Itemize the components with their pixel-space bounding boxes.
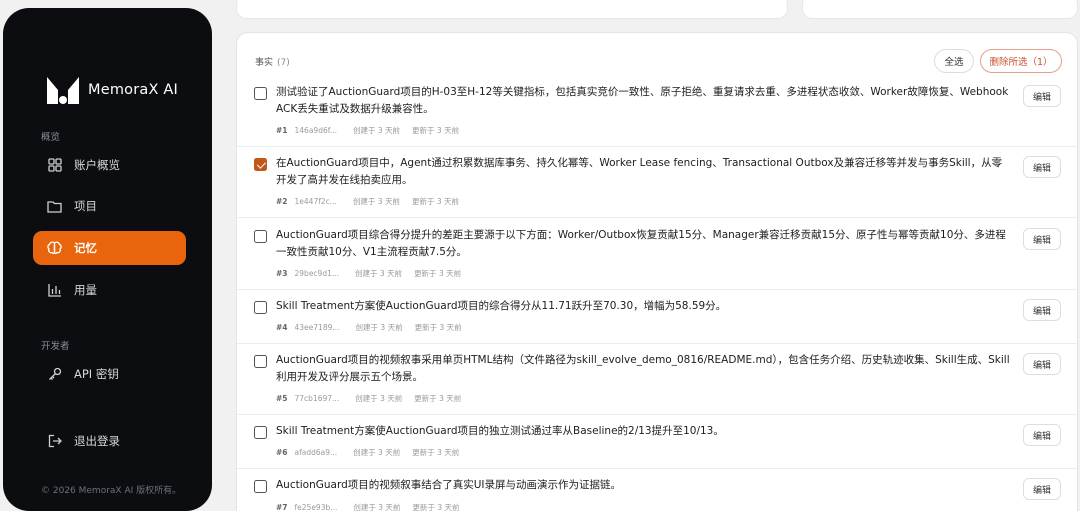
fact-created: 创建于 3 天前 xyxy=(355,269,403,278)
edit-button[interactable]: 编辑 xyxy=(1023,228,1061,250)
fact-checkbox[interactable] xyxy=(254,355,267,368)
fact-updated: 更新于 3 天前 xyxy=(412,503,460,511)
fact-number: #3 xyxy=(276,269,288,278)
sidebar-item-label: 记忆 xyxy=(74,241,97,255)
fact-number: #7 xyxy=(276,503,288,511)
fact-meta: #7 fe25e93b... 创建于 3 天前 更新于 3 天前 xyxy=(276,502,459,511)
fact-id: 29bec9d1... xyxy=(294,269,340,278)
sidebar-item-label: API 密钥 xyxy=(74,367,119,381)
fact-number: #6 xyxy=(276,448,288,457)
fact-created: 创建于 3 天前 xyxy=(353,503,401,511)
brand-name: MemoraX AI xyxy=(88,82,179,98)
fact-updated: 更新于 3 天前 xyxy=(414,323,462,332)
fact-created: 创建于 3 天前 xyxy=(355,394,403,403)
sidebar-item-label: 账户概览 xyxy=(74,158,120,172)
sidebar-item-usage[interactable]: 用量 xyxy=(33,273,186,307)
top-card-left xyxy=(236,0,788,19)
fact-text: Skill Treatment方案使AuctionGuard项目的综合得分从11… xyxy=(276,300,727,312)
memorax-logo-icon xyxy=(47,77,79,104)
sidebar-item-api-keys[interactable]: API 密钥 xyxy=(33,357,186,391)
fact-checkbox[interactable] xyxy=(254,87,267,100)
copyright: © 2026 MemoraX AI 版权所有。 xyxy=(41,486,182,496)
facts-header: 事实 (7) xyxy=(255,55,290,68)
sidebar-item-logout[interactable]: 退出登录 xyxy=(33,424,186,458)
facts-title: 事实 xyxy=(255,58,274,68)
sidebar: MemoraX AI 概览 账户概览 项目 记忆 用量 开发者 API 密钥 退… xyxy=(3,8,212,511)
fact-row: Skill Treatment方案使AuctionGuard项目的综合得分从11… xyxy=(237,290,1077,344)
fact-checkbox[interactable] xyxy=(254,426,267,439)
fact-updated: 更新于 3 天前 xyxy=(412,126,460,135)
fact-row: AuctionGuard项目综合得分提升的差距主要源于以下方面：Worker/O… xyxy=(237,218,1077,290)
fact-checkbox[interactable] xyxy=(254,301,267,314)
fact-checkbox[interactable] xyxy=(254,230,267,243)
select-all-button[interactable]: 全选 xyxy=(934,49,974,73)
top-card-right xyxy=(802,0,1078,19)
fact-row: AuctionGuard项目的视频叙事结合了真实UI录屏与动画演示作为证据链。 … xyxy=(237,469,1077,511)
sidebar-item-label: 用量 xyxy=(74,283,97,297)
fact-id: afadd6a9... xyxy=(294,448,338,457)
brand-logo[interactable]: MemoraX AI xyxy=(45,74,178,106)
logout-icon xyxy=(47,434,62,449)
edit-button[interactable]: 编辑 xyxy=(1023,156,1061,178)
dashboard-icon xyxy=(47,158,62,173)
fact-meta: #3 29bec9d1... 创建于 3 天前 更新于 3 天前 xyxy=(276,268,461,279)
fact-created: 创建于 3 天前 xyxy=(355,323,403,332)
edit-button[interactable]: 编辑 xyxy=(1023,299,1061,321)
key-icon xyxy=(47,367,62,382)
fact-number: #2 xyxy=(276,197,288,206)
fact-number: #5 xyxy=(276,394,288,403)
facts-panel: 事实 (7) 全选 删除所选（1） 测试验证了AuctionGuard项目的H-0… xyxy=(236,32,1078,511)
section-label-overview: 概览 xyxy=(41,132,61,143)
fact-text: Skill Treatment方案使AuctionGuard项目的独立测试通过率… xyxy=(276,425,724,437)
fact-id: 146a9d6f... xyxy=(294,126,337,135)
fact-text: 测试验证了AuctionGuard项目的H-03至H-12等关键指标，包括真实竞… xyxy=(276,86,1009,115)
fact-updated: 更新于 3 天前 xyxy=(414,269,462,278)
fact-created: 创建于 3 天前 xyxy=(353,448,401,457)
fact-row: AuctionGuard项目的视频叙事采用单页HTML结构（文件路径为skill… xyxy=(237,344,1077,415)
facts-count: (7) xyxy=(277,58,290,68)
sidebar-item-account-overview[interactable]: 账户概览 xyxy=(33,148,186,182)
fact-created: 创建于 3 天前 xyxy=(352,197,400,206)
fact-meta: #6 afadd6a9... 创建于 3 天前 更新于 3 天前 xyxy=(276,447,459,458)
fact-number: #1 xyxy=(276,126,288,135)
fact-id: fe25e93b... xyxy=(294,503,338,511)
delete-selected-button[interactable]: 删除所选（1） xyxy=(980,49,1062,73)
fact-meta: #2 1e447f2c... 创建于 3 天前 更新于 3 天前 xyxy=(276,196,459,207)
fact-text: AuctionGuard项目的视频叙事结合了真实UI录屏与动画演示作为证据链。 xyxy=(276,479,622,491)
fact-row: 在AuctionGuard项目中，Agent通过积累数据库事务、持久化幂等、Wo… xyxy=(237,147,1077,218)
fact-updated: 更新于 3 天前 xyxy=(412,448,460,457)
fact-updated: 更新于 3 天前 xyxy=(411,197,459,206)
folder-icon xyxy=(47,199,62,214)
fact-updated: 更新于 3 天前 xyxy=(414,394,462,403)
edit-button[interactable]: 编辑 xyxy=(1023,85,1061,107)
sidebar-item-projects[interactable]: 项目 xyxy=(33,189,186,223)
sidebar-item-label: 项目 xyxy=(74,199,97,213)
fact-meta: #4 43ee7189... 创建于 3 天前 更新于 3 天前 xyxy=(276,322,462,333)
fact-id: 43ee7189... xyxy=(294,323,340,332)
fact-text: AuctionGuard项目的视频叙事采用单页HTML结构（文件路径为skill… xyxy=(276,354,1010,383)
sidebar-item-label: 退出登录 xyxy=(74,434,120,448)
fact-meta: #5 77cb1697... 创建于 3 天前 更新于 3 天前 xyxy=(276,393,461,404)
brain-icon xyxy=(47,241,62,256)
fact-row: 测试验证了AuctionGuard项目的H-03至H-12等关键指标，包括真实竞… xyxy=(237,77,1077,147)
edit-button[interactable]: 编辑 xyxy=(1023,424,1061,446)
fact-row: Skill Treatment方案使AuctionGuard项目的独立测试通过率… xyxy=(237,415,1077,469)
fact-text: AuctionGuard项目综合得分提升的差距主要源于以下方面：Worker/O… xyxy=(276,229,1006,258)
fact-text: 在AuctionGuard项目中，Agent通过积累数据库事务、持久化幂等、Wo… xyxy=(276,157,1003,186)
fact-number: #4 xyxy=(276,323,288,332)
fact-id: 1e447f2c... xyxy=(294,197,337,206)
fact-checkbox[interactable] xyxy=(254,158,267,171)
section-label-developer: 开发者 xyxy=(41,341,70,352)
edit-button[interactable]: 编辑 xyxy=(1023,353,1061,375)
edit-button[interactable]: 编辑 xyxy=(1023,478,1061,500)
fact-created: 创建于 3 天前 xyxy=(352,126,401,135)
fact-id: 77cb1697... xyxy=(294,394,340,403)
bar-chart-icon xyxy=(47,283,62,298)
sidebar-item-memory[interactable]: 记忆 xyxy=(33,231,186,265)
fact-checkbox[interactable] xyxy=(254,480,267,493)
fact-meta: #1 146a9d6f... 创建于 3 天前 更新于 3 天前 xyxy=(276,125,459,136)
